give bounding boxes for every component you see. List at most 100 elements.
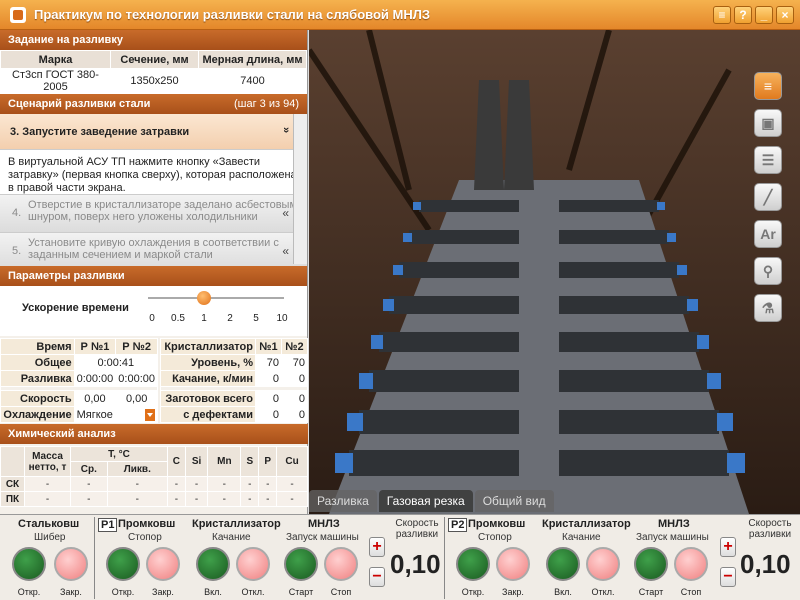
el-si: Si <box>184 446 209 477</box>
close-caption: Закр. <box>60 587 82 597</box>
window-title: Практикум по технологии разливки стали н… <box>34 7 430 22</box>
step-text: Установите кривую охлаждения в соответст… <box>28 237 279 261</box>
chem-row-pk: ПК - - - - - - - - - <box>0 491 308 507</box>
scenario-step-5[interactable]: 5. Установите кривую охлаждения в соответ… <box>0 232 307 270</box>
help-button[interactable]: ? <box>734 6 752 24</box>
task-col-section: Сечение, мм <box>110 50 199 69</box>
torch-icon[interactable]: ╱ <box>754 183 782 211</box>
liq-header: Ликв. <box>106 461 168 477</box>
total-label: Общее <box>0 354 75 371</box>
cryst-header: Кристаллизатор <box>192 518 281 530</box>
minimize-button[interactable]: _ <box>755 6 773 24</box>
scenario-scrollbar[interactable] <box>293 114 307 264</box>
level-1: 70 <box>255 354 282 371</box>
col-p1: Р №1 <box>73 338 117 355</box>
col-n2: №2 <box>281 338 308 355</box>
cast-speed-label: Скорость разливки <box>395 518 439 540</box>
time-table: Время Р №1 Р №2 Общее 0:00:41 Разливка 0:00:… <box>0 338 159 423</box>
step-text: Отверстие в кристаллизаторе заделано асб… <box>28 199 298 223</box>
p1-stop-button[interactable] <box>324 547 358 581</box>
argon-icon[interactable]: Ar <box>754 220 782 248</box>
cast-label: Разливка <box>0 370 75 387</box>
dropdown-arrow-icon[interactable] <box>145 408 155 421</box>
tick: 0.5 <box>171 313 185 324</box>
cast-time-1: 0:00:00 <box>73 370 117 387</box>
cell: - <box>240 476 260 492</box>
swing-label: Качание <box>562 532 601 543</box>
line2-tag: Р2 <box>448 518 468 532</box>
p2-stopper-open-button[interactable] <box>456 547 490 581</box>
mnlz-header: МНЛЗ <box>308 518 340 530</box>
defects-1: 0 <box>255 406 282 423</box>
task-col-grade: Марка <box>0 50 111 69</box>
app-logo-icon <box>10 6 26 23</box>
cryst-header: Кристаллизатор <box>542 518 631 530</box>
tick: 10 <box>276 313 288 324</box>
start-machine-label: Запуск машины <box>636 532 709 543</box>
p2-speed-minus-button[interactable]: − <box>720 567 736 587</box>
cell: - <box>70 491 108 507</box>
p1-speed-minus-button[interactable]: − <box>369 567 385 587</box>
menu-button[interactable]: ≡ <box>713 6 731 24</box>
p1-stopper-close-button[interactable] <box>146 547 180 581</box>
tab-casting[interactable]: Разливка <box>309 490 377 512</box>
ladle-open-button[interactable] <box>12 547 46 581</box>
task-header: Задание на разливку <box>0 30 307 50</box>
speed-slider-knob[interactable] <box>197 291 211 305</box>
col-p2: Р №2 <box>115 338 158 355</box>
tick: 5 <box>253 313 259 324</box>
control-sidebar: ≡ ▣ ☰ ╱ Ar ⚲ ⚗ <box>754 72 786 322</box>
params-header: Параметры разливки <box>0 266 307 286</box>
guide-bar-icon[interactable]: ≡ <box>754 72 782 100</box>
stopper-label: Стопор <box>478 532 512 543</box>
tab-overview[interactable]: Общий вид <box>474 490 554 512</box>
p2-speed-plus-button[interactable]: + <box>720 537 736 557</box>
cooling-select[interactable]: Мягкое <box>73 406 159 423</box>
expand-chevron-icon[interactable]: « <box>282 207 289 219</box>
el-mn: Mn <box>207 446 242 477</box>
p2-speed-value: 0,10 <box>740 549 791 579</box>
rolls-icon[interactable]: ☰ <box>754 146 782 174</box>
start-machine-label: Запуск машины <box>286 532 359 543</box>
p1-stopper-open-button[interactable] <box>106 547 140 581</box>
ladle-icon[interactable]: ▣ <box>754 109 782 137</box>
p1-swing-on-button[interactable] <box>196 547 230 581</box>
flask-icon[interactable]: ⚗ <box>754 294 782 322</box>
expand-chevron-icon[interactable]: « <box>282 245 289 257</box>
3d-scene-view[interactable]: ≡ ▣ ☰ ╱ Ar ⚲ ⚗ Разливка Газовая резка Об… <box>309 30 800 514</box>
p2-stop-button[interactable] <box>674 547 708 581</box>
step-number: 5. <box>12 245 22 257</box>
cooling-value: Мягкое <box>76 408 113 421</box>
cell: - <box>276 476 308 492</box>
defects-2: 0 <box>281 406 308 423</box>
el-c: C <box>166 446 186 477</box>
p2-swing-on-button[interactable] <box>546 547 580 581</box>
cell: - <box>24 476 71 492</box>
tick: 1 <box>201 313 207 324</box>
speed-label: Ускорение времени <box>22 302 129 314</box>
ladle-close-button[interactable] <box>54 547 88 581</box>
view-tabs: Разливка Газовая резка Общий вид <box>309 490 554 514</box>
row-name: ПК <box>0 491 25 507</box>
tab-gas-cutting[interactable]: Газовая резка <box>378 490 473 512</box>
scenario-step-4[interactable]: 4. Отверстие в кристаллизаторе заделано а… <box>0 194 307 232</box>
task-length: 7400 <box>198 68 307 94</box>
p2-stopper-close-button[interactable] <box>496 547 530 581</box>
p1-speed-plus-button[interactable]: + <box>369 537 385 557</box>
close-button[interactable]: × <box>776 6 794 24</box>
p1-start-button[interactable] <box>284 547 318 581</box>
p2-start-button[interactable] <box>634 547 668 581</box>
p2-swing-off-button[interactable] <box>586 547 620 581</box>
p1-swing-off-button[interactable] <box>236 547 270 581</box>
speed-slider-track[interactable] <box>148 297 284 299</box>
cast-time-2: 0:00:00 <box>115 370 158 387</box>
probe-icon[interactable]: ⚲ <box>754 257 782 285</box>
swing-label: Качание <box>212 532 251 543</box>
collapse-chevron-icon[interactable]: » <box>280 127 292 133</box>
active-step[interactable]: 3. Запустите заведение затравки » <box>0 114 307 150</box>
task-grade: Ст3сп ГОСТ 380-2005 <box>0 68 111 94</box>
task-section: 1350x250 <box>110 68 199 94</box>
total-time: 0:00:41 <box>73 354 159 371</box>
cell: - <box>240 491 260 507</box>
scenario-step-counter: (шаг 3 из 94) <box>234 98 299 110</box>
